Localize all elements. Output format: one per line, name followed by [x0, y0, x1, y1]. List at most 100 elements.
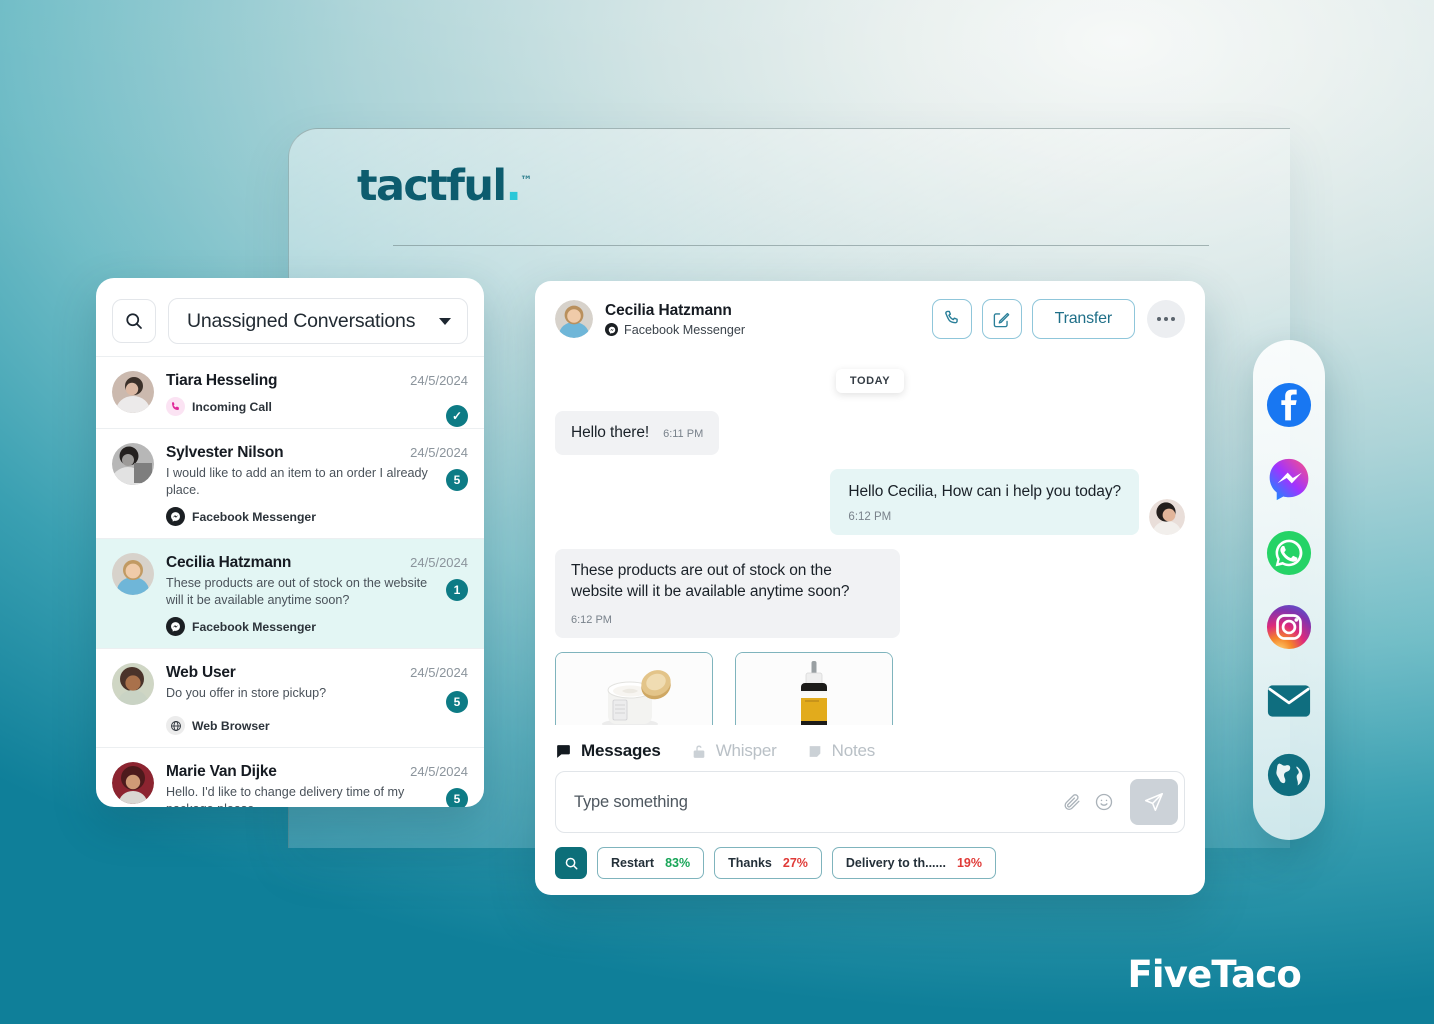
chat-header: Cecilia Hatzmann Facebook Messenger Tran… — [535, 281, 1205, 345]
conversation-content: Sylvester Nilson 24/5/2024 I would like … — [166, 443, 468, 527]
agent-avatar — [1149, 499, 1185, 536]
conversation-channel-label: Incoming Call — [192, 399, 272, 414]
conversation-content: Marie Van Dijke 24/5/2024 Hello. I'd lik… — [166, 762, 468, 807]
transfer-button[interactable]: Transfer — [1031, 299, 1135, 339]
unread-count-badge: 5 — [446, 469, 468, 491]
message-bubble: Hello there! 6:11 PM — [555, 411, 720, 456]
tab-messages[interactable]: Messages — [555, 741, 661, 761]
conversation-date: 24/5/2024 — [410, 555, 468, 571]
logo-trademark: ™ — [520, 173, 533, 188]
messenger-icon[interactable] — [1266, 456, 1312, 502]
logo-wordmark: tactful — [357, 161, 507, 211]
avatar — [112, 663, 154, 706]
send-button[interactable] — [1130, 779, 1178, 825]
suggestion-chip[interactable]: Thanks 27% — [714, 847, 822, 879]
chevron-down-icon — [439, 317, 451, 325]
email-icon[interactable] — [1266, 678, 1312, 724]
messenger-icon — [166, 617, 185, 637]
contact-name: Cecilia Hatzmann — [166, 554, 292, 572]
message-input[interactable]: Type something — [574, 793, 1055, 812]
conversations-toolbar: Unassigned Conversations — [96, 278, 484, 356]
more-horizontal-icon — [1157, 317, 1175, 321]
paperclip-icon[interactable] — [1063, 793, 1082, 812]
conversation-list-item[interactable]: Marie Van Dijke 24/5/2024 Hello. I'd lik… — [96, 747, 484, 807]
contact-name: Web User — [166, 664, 236, 682]
globe-icon — [166, 716, 185, 736]
conversation-channel-label: Web Browser — [192, 718, 270, 733]
suggestion-chip[interactable]: Delivery to th...... 19% — [831, 847, 996, 879]
suggestion-confidence: 83% — [665, 856, 691, 870]
contact-name: Sylvester Nilson — [166, 444, 284, 461]
tab-notes[interactable]: Notes — [807, 741, 875, 761]
chat-message-incoming: Hello there! 6:11 PM — [555, 411, 1185, 456]
lock-icon — [691, 743, 707, 760]
suggested-replies: Restart 83% Thanks 27% Delivery to th...… — [535, 833, 1205, 895]
suggestion-search-button[interactable] — [555, 847, 587, 879]
facebook-icon[interactable] — [1266, 382, 1312, 428]
conversation-list-item-selected[interactable]: Cecilia Hatzmann 24/5/2024 These product… — [96, 538, 484, 649]
message-text: These products are out of stock on the w… — [571, 562, 850, 600]
suggestion-confidence: 27% — [782, 856, 808, 870]
conversation-preview: Do you offer in store pickup? — [166, 686, 327, 701]
conversation-filter-dropdown[interactable]: Unassigned Conversations — [168, 298, 468, 344]
note-icon — [807, 743, 823, 760]
message-time: 6:12 PM — [571, 614, 612, 627]
globe-icon[interactable] — [1266, 752, 1312, 798]
send-icon — [1143, 791, 1165, 813]
compose-button[interactable] — [981, 299, 1022, 339]
conversation-preview: These products are out of stock on the w… — [166, 576, 428, 607]
conversations-panel: Unassigned Conversations Tiara Hesseling… — [96, 278, 484, 807]
status-badge: ✓ — [446, 405, 468, 427]
chat-contact-info: Cecilia Hatzmann Facebook Messenger — [605, 302, 932, 337]
more-options-button[interactable] — [1147, 300, 1185, 338]
search-button[interactable] — [112, 299, 156, 343]
conversation-list-item[interactable]: Tiara Hesseling 24/5/2024 Incoming Call … — [96, 356, 484, 428]
chat-contact-channel: Facebook Messenger — [624, 322, 746, 337]
conversation-channel-label: Facebook Messenger — [192, 619, 316, 634]
search-icon — [564, 856, 579, 871]
chat-message-incoming: These products are out of stock on the w… — [555, 549, 1185, 639]
message-time: 6:12 PM — [848, 511, 892, 524]
conversation-content: Web User 24/5/2024 Do you offer in store… — [166, 663, 468, 736]
channel-rail — [1253, 340, 1325, 840]
conversation-list[interactable]: Tiara Hesseling 24/5/2024 Incoming Call … — [96, 356, 484, 807]
day-divider: TODAY — [835, 369, 905, 393]
phone-icon — [942, 309, 962, 329]
suggestion-label: Restart — [611, 856, 655, 870]
tab-whisper-label: Whisper — [715, 741, 777, 760]
conversation-list-item[interactable]: Sylvester Nilson 24/5/2024 I would like … — [96, 428, 484, 538]
chat-message-outgoing: Hello Cecilia, How can i help you today?… — [555, 469, 1185, 536]
conversation-date: 24/5/2024 — [410, 445, 468, 460]
suggestion-confidence: 19% — [956, 856, 982, 870]
contact-name: Tiara Hesseling — [166, 372, 278, 389]
messenger-icon — [605, 323, 618, 336]
message-text: Hello there! — [571, 424, 650, 441]
conversation-date: 24/5/2024 — [410, 665, 468, 681]
product-card[interactable]: Face Vitamin C — [735, 652, 893, 725]
face-cream-jar-image — [556, 653, 712, 725]
conversation-list-item[interactable]: Web User 24/5/2024 Do you offer in store… — [96, 648, 484, 747]
contact-name: Marie Van Dijke — [166, 763, 277, 781]
search-icon — [124, 311, 144, 331]
product-card[interactable]: Night Face Cream — [555, 652, 713, 725]
product-card-list: Night Face Cream Face — [555, 652, 1185, 725]
instagram-icon[interactable] — [1266, 604, 1312, 650]
conversation-content: Tiara Hesseling 24/5/2024 Incoming Call — [166, 371, 468, 416]
avatar — [555, 300, 593, 338]
chat-bubble-icon — [555, 743, 572, 760]
conversation-date: 24/5/2024 — [410, 764, 468, 780]
message-composer: Type something — [535, 771, 1205, 833]
tab-whisper[interactable]: Whisper — [691, 741, 777, 761]
suggestion-label: Delivery to th...... — [845, 856, 946, 870]
composer-box[interactable]: Type something — [555, 771, 1185, 833]
suggestion-chip[interactable]: Restart 83% — [597, 847, 705, 879]
tactful-logo: tactful.™ — [357, 161, 532, 211]
chat-panel: Cecilia Hatzmann Facebook Messenger Tran… — [535, 281, 1205, 895]
chat-contact-name: Cecilia Hatzmann — [605, 301, 732, 319]
avatar — [112, 762, 154, 805]
whatsapp-icon[interactable] — [1266, 530, 1312, 576]
smiley-icon[interactable] — [1094, 792, 1114, 812]
call-button[interactable] — [931, 299, 972, 339]
tab-messages-label: Messages — [581, 741, 661, 760]
unread-count-badge: 5 — [446, 788, 468, 807]
